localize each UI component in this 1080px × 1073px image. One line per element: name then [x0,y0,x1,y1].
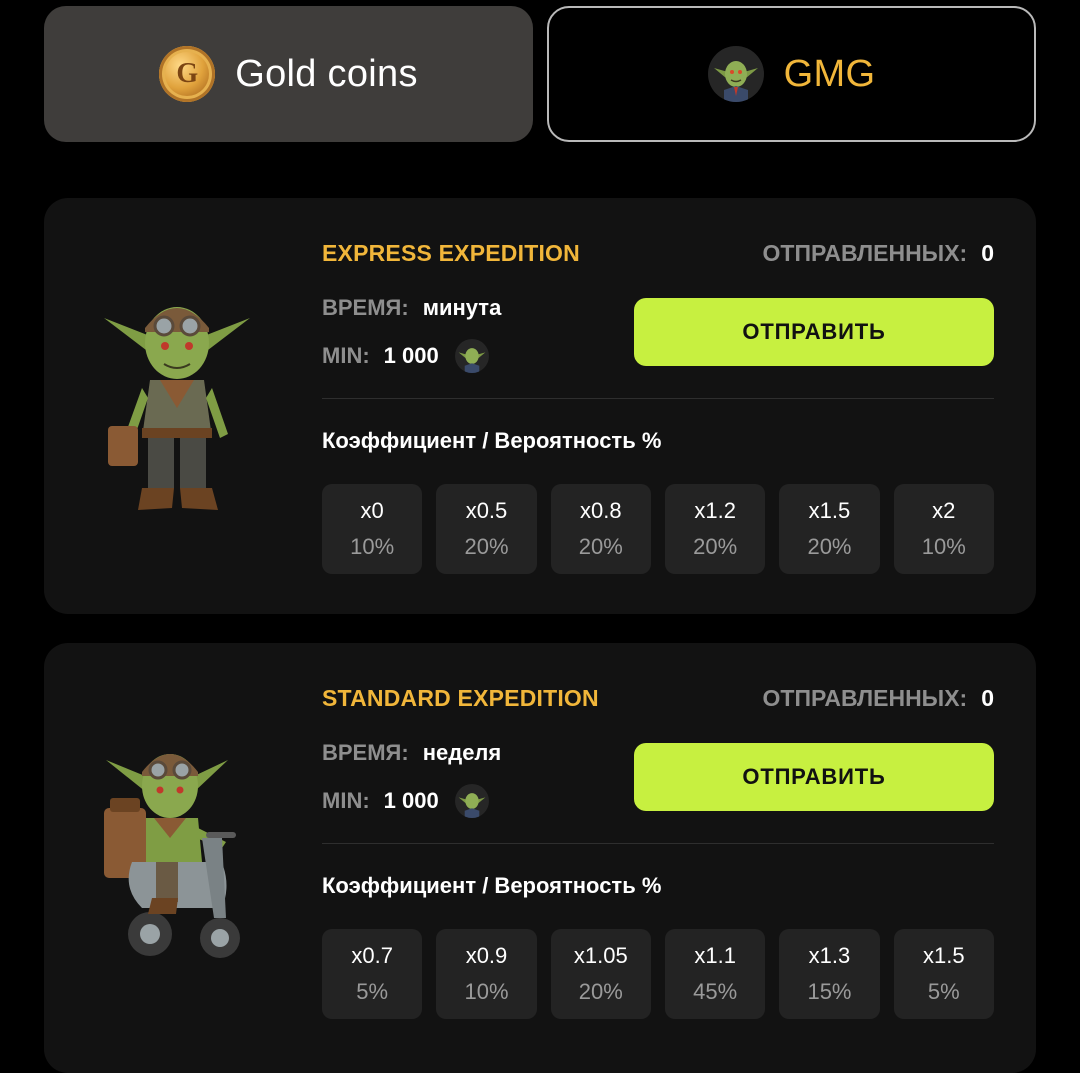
odds-multiplier: x0.9 [465,943,508,968]
odds-probability: 10% [921,534,966,559]
expedition-card-express: EXPRESS EXPEDITION ОТПРАВЛЕННЫХ: 0 ВРЕМЯ… [44,198,1036,614]
tab-gmg[interactable]: GMG [547,6,1036,142]
odds-probability: 10% [350,534,395,559]
sent-label: ОТПРАВЛЕННЫХ: [762,240,968,266]
odds-multiplier: x2 [932,498,956,523]
sent-count: 0 [981,685,994,711]
min-label: MIN: [322,343,370,368]
odds-item: x0.8 20% [550,484,651,574]
sent-count: 0 [981,240,994,266]
odds-probability: 20% [578,534,623,559]
coefficient-heading: Коэффициент / Вероятность % [322,428,662,453]
min-value: 1 000 [383,343,439,368]
expedition-title: EXPRESS EXPEDITION [322,240,580,266]
time-label: ВРЕМЯ: [322,295,409,320]
odds-probability: 10% [464,979,509,1004]
odds-multiplier: x1.1 [694,943,736,968]
send-button[interactable]: ОТПРАВИТЬ [634,743,994,811]
time-label: ВРЕМЯ: [322,740,409,765]
sent-label: ОТПРАВЛЕННЫХ: [762,685,968,711]
min-label: MIN: [322,788,370,813]
odds-multiplier: x1.5 [808,498,851,523]
odds-probability: 20% [807,534,852,559]
odds-probability: 45% [693,979,738,1004]
goblin-token-icon [707,46,764,102]
odds-item: x2 10% [893,484,994,574]
time-row: ВРЕМЯ: неделя [322,740,501,766]
min-value: 1 000 [383,788,439,813]
coefficient-heading: Коэффициент / Вероятность % [322,873,662,898]
odds-item: x1.1 45% [664,929,766,1019]
odds-list: x0 10% x0.5 20% x0.8 20% x1.2 20% x1.5 20% x2… [322,484,994,574]
odds-item: x0.5 20% [436,484,537,574]
divider [322,398,994,399]
odds-item: x1.2 20% [664,484,766,574]
sent-counter: ОТПРАВЛЕННЫХ: 0 [763,685,994,712]
odds-item: x0 10% [322,484,423,574]
gold-coin-icon: G [159,46,216,102]
min-row: MIN: 1 000 [322,784,489,818]
send-button[interactable]: ОТПРАВИТЬ [634,298,994,366]
tab-label: GMG [783,52,876,95]
odds-multiplier: x0.5 [465,498,508,523]
odds-item: x0.9 10% [436,929,537,1019]
expedition-title: STANDARD EXPEDITION [322,685,599,711]
time-value: неделя [422,740,502,765]
odds-item: x1.3 15% [779,929,880,1019]
odds-probability: 15% [807,979,852,1004]
odds-multiplier: x0.8 [580,498,622,523]
goblin-explorer-image [102,288,252,528]
expedition-card-standard: STANDARD EXPEDITION ОТПРАВЛЕННЫХ: 0 ВРЕМ… [44,643,1036,1073]
odds-item: x1.05 20% [550,929,651,1019]
divider [322,843,994,844]
odds-item: x1.5 20% [779,484,880,574]
odds-multiplier: x1.2 [694,498,736,523]
tab-gold-coins[interactable]: G Gold coins [44,6,533,142]
odds-probability: 20% [464,534,509,559]
odds-multiplier: x0 [360,498,384,523]
odds-list: x0.7 5% x0.9 10% x1.05 20% x1.1 45% x1.3 15% … [322,929,994,1019]
odds-probability: 20% [693,534,738,559]
odds-item: x1.5 5% [893,929,994,1019]
time-value: минута [422,295,502,320]
goblin-token-icon [454,784,489,818]
odds-multiplier: x1.05 [573,943,628,968]
odds-probability: 20% [578,979,623,1004]
odds-multiplier: x1.3 [808,943,851,968]
odds-probability: 5% [356,979,389,1004]
odds-multiplier: x0.7 [351,943,393,968]
tab-label: Gold coins [235,52,418,95]
time-row: ВРЕМЯ: минута [322,295,501,321]
odds-item: x0.7 5% [322,929,423,1019]
min-row: MIN: 1 000 [322,339,489,373]
odds-multiplier: x1.5 [923,943,965,968]
goblin-scooter-image [102,738,262,973]
goblin-token-icon [454,339,489,373]
odds-probability: 5% [927,979,960,1004]
sent-counter: ОТПРАВЛЕННЫХ: 0 [763,240,994,267]
